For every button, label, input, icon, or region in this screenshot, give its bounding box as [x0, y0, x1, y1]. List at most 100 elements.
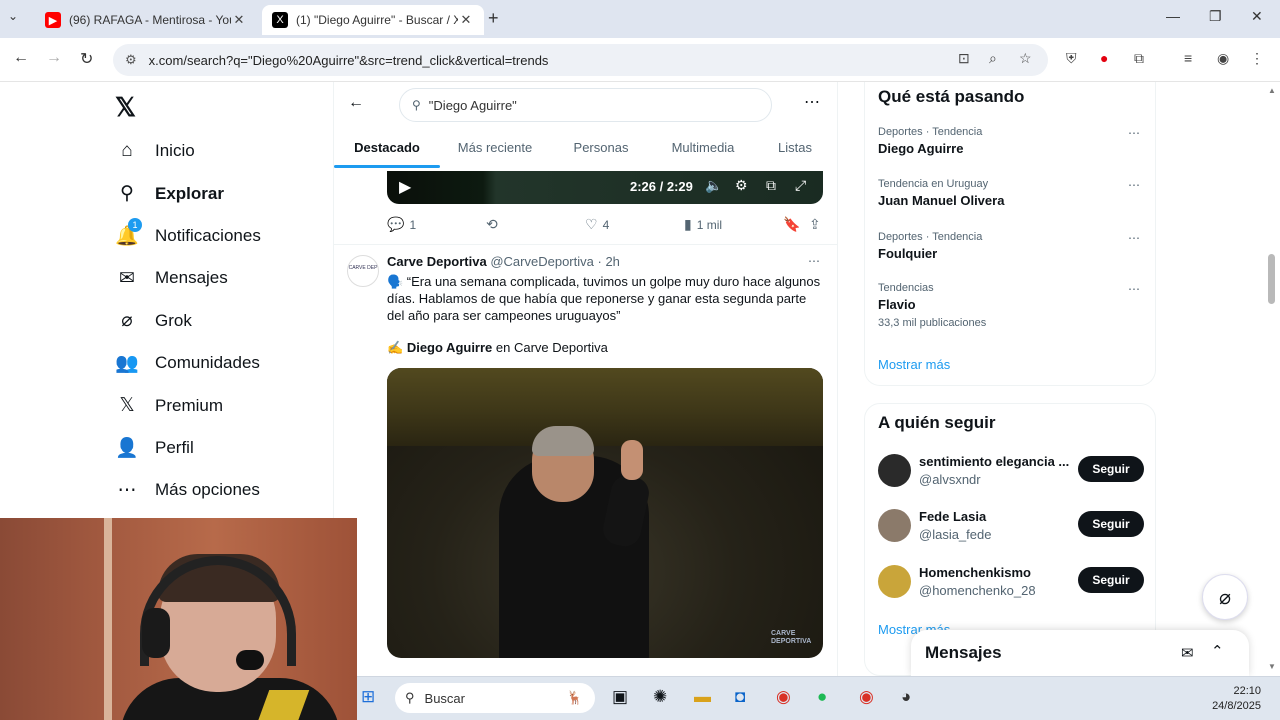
- sidebar-item-mensajes[interactable]: ✉ Mensajes: [112, 257, 261, 299]
- bookmark-icon: 🔖: [783, 216, 801, 232]
- avatar[interactable]: [878, 509, 911, 542]
- opera-extension-icon[interactable]: ●: [1100, 50, 1108, 66]
- app-icon[interactable]: ◕: [901, 687, 911, 707]
- avatar[interactable]: [878, 565, 911, 598]
- sidebar-item-mas-opciones[interactable]: ⋯ Más opciones: [112, 469, 261, 511]
- profile-avatar-icon[interactable]: ◉: [1217, 50, 1229, 67]
- tab-listas[interactable]: Listas: [754, 132, 836, 168]
- follow-button[interactable]: Seguir: [1078, 511, 1144, 537]
- fullscreen-icon[interactable]: ⤢: [795, 177, 806, 194]
- like-button[interactable]: ♡ 4: [585, 216, 609, 233]
- carve-deportiva-avatar[interactable]: CARVE DEP: [347, 255, 379, 287]
- back-arrow-icon[interactable]: ←: [13, 49, 29, 67]
- trend-count: 33,3 mil publicaciones: [878, 317, 987, 329]
- video-player[interactable]: ▶ 2:26 / 2:29 🔈 ⚙ ⧉ ⤢: [387, 171, 823, 204]
- zoom-icon[interactable]: ⌕: [989, 50, 997, 67]
- trend-more-icon[interactable]: ⋯: [1128, 126, 1140, 140]
- install-app-icon[interactable]: ⊡: [958, 50, 970, 67]
- maximize-icon[interactable]: ❐: [1209, 8, 1222, 25]
- chrome-profile-icon[interactable]: ◉: [859, 687, 874, 707]
- page-scrollbar[interactable]: [1268, 254, 1275, 304]
- x-logo-icon[interactable]: 𝕏: [115, 92, 136, 123]
- picture-in-picture-icon[interactable]: ⧉: [766, 177, 776, 194]
- trend-title: Diego Aguirre: [878, 141, 964, 156]
- shield-extension-icon[interactable]: ⛨: [1066, 50, 1077, 67]
- reply-button[interactable]: 💬 1: [387, 216, 416, 233]
- tweet-more-icon[interactable]: ⋯: [808, 254, 820, 268]
- trend-item[interactable]: Tendencias Flavio 33,3 mil publicaciones: [878, 282, 986, 329]
- bookmark-button[interactable]: 🔖: [783, 216, 805, 233]
- credit-name[interactable]: Diego Aguirre: [407, 340, 492, 355]
- trend-item[interactable]: Deportes · Tendencia Foulquier: [878, 231, 982, 261]
- task-view-icon[interactable]: ▣: [612, 687, 628, 707]
- bookmark-star-icon[interactable]: ☆: [1019, 50, 1032, 67]
- windows-start-icon[interactable]: ⊞: [361, 687, 375, 707]
- sidebar-item-premium[interactable]: 𝕏 Premium: [112, 384, 261, 426]
- follow-suggestion[interactable]: sentimiento elegancia ... @alvsxndr Segu…: [878, 452, 1146, 492]
- trend-item[interactable]: Tendencia en Uruguay Juan Manuel Olivera: [878, 178, 1004, 208]
- sidebar-item-perfil[interactable]: 👤 Perfil: [112, 427, 261, 469]
- taskbar-clock[interactable]: 22:10 24/8/2025: [1209, 684, 1261, 714]
- sidebar-item-notificaciones[interactable]: 🔔 1 Notificaciones: [112, 215, 261, 257]
- copilot-icon[interactable]: ✺: [653, 687, 667, 707]
- tab-title: (1) "Diego Aguirre" - Buscar / X: [296, 13, 458, 27]
- follow-suggestion[interactable]: Fede Lasia @lasia_fede Seguir: [878, 507, 1146, 547]
- tab-multimedia[interactable]: Multimedia: [652, 132, 754, 168]
- close-tab-icon[interactable]: ✕: [458, 12, 474, 28]
- retweet-button[interactable]: ⟲: [486, 216, 503, 233]
- show-more-trends-link[interactable]: Mostrar más: [878, 357, 950, 372]
- avatar[interactable]: [878, 454, 911, 487]
- trend-item[interactable]: Deportes · Tendencia Diego Aguirre: [878, 126, 982, 156]
- minimize-icon[interactable]: —: [1166, 8, 1180, 24]
- chrome-icon[interactable]: ◉: [776, 687, 791, 707]
- tab-x-search[interactable]: X (1) "Diego Aguirre" - Buscar / X ✕: [262, 5, 484, 35]
- tab-destacado[interactable]: Destacado: [334, 132, 440, 168]
- close-window-icon[interactable]: ✕: [1251, 8, 1263, 25]
- forward-arrow-icon[interactable]: →: [46, 49, 62, 67]
- tab-search-dropdown-icon[interactable]: ⌄: [8, 9, 18, 23]
- follow-suggestion[interactable]: Homenchenkismo @homenchenko_28 Seguir: [878, 563, 1146, 603]
- tab-mas-reciente[interactable]: Más reciente: [440, 132, 550, 168]
- sidebar-item-comunidades[interactable]: 👥 Comunidades: [112, 342, 261, 384]
- settings-gear-icon[interactable]: ⚙: [735, 177, 748, 194]
- sidebar-item-grok[interactable]: ⌀ Grok: [112, 300, 261, 342]
- tab-youtube[interactable]: ▶ (96) RAFAGA - Mentirosa - You ✕: [35, 5, 257, 35]
- trend-more-icon[interactable]: ⋯: [1128, 231, 1140, 245]
- share-button[interactable]: ⇪: [809, 216, 826, 233]
- follow-button[interactable]: Seguir: [1078, 567, 1144, 593]
- media-controls-icon[interactable]: ≡: [1184, 50, 1192, 66]
- sidebar-item-explorar[interactable]: ⚲ Explorar: [112, 172, 261, 214]
- tab-personas[interactable]: Personas: [550, 132, 652, 168]
- tweet-author[interactable]: Carve Deportiva @CarveDeportiva · 2h: [387, 254, 620, 269]
- extensions-puzzle-icon[interactable]: ⧉: [1134, 50, 1144, 67]
- taskbar-search[interactable]: ⚲ Buscar 🦌: [395, 683, 595, 713]
- play-icon[interactable]: ▶: [399, 177, 411, 197]
- more-options-icon[interactable]: ⋯: [804, 92, 821, 112]
- address-bar[interactable]: ⚙ x.com/search?q="Diego%20Aguirre"&src=t…: [113, 44, 1048, 76]
- messages-drawer[interactable]: Mensajes ✉ ⌃: [911, 630, 1249, 676]
- sidebar-item-inicio[interactable]: ⌂ Inicio: [112, 130, 261, 172]
- expand-chevron-icon[interactable]: ⌃: [1211, 642, 1224, 660]
- reload-icon[interactable]: ↻: [80, 49, 93, 69]
- file-explorer-icon[interactable]: ▬: [694, 687, 711, 707]
- back-arrow-icon[interactable]: ←: [348, 94, 364, 112]
- views-button[interactable]: ▮ 1 mil: [684, 216, 722, 233]
- site-info-icon[interactable]: ⚙: [125, 52, 137, 68]
- volume-icon[interactable]: 🔈: [705, 177, 722, 194]
- search-input[interactable]: ⚲ "Diego Aguirre": [399, 88, 772, 122]
- scroll-up-arrow[interactable]: ▲: [1268, 86, 1276, 95]
- photo-stands: [387, 368, 823, 446]
- browser-menu-icon[interactable]: ⋮: [1250, 50, 1264, 67]
- new-message-icon[interactable]: ✉: [1181, 644, 1194, 662]
- close-tab-icon[interactable]: ✕: [231, 12, 247, 28]
- tweet-photo[interactable]: CARVE DEPORTIVA: [387, 368, 823, 658]
- scroll-down-arrow[interactable]: ▼: [1268, 662, 1276, 671]
- grok-floating-button[interactable]: ⌀: [1202, 574, 1248, 620]
- outlook-icon[interactable]: ◘: [735, 687, 745, 707]
- follow-button[interactable]: Seguir: [1078, 456, 1144, 482]
- trend-more-icon[interactable]: ⋯: [1128, 282, 1140, 296]
- trend-more-icon[interactable]: ⋯: [1128, 178, 1140, 192]
- spotify-icon[interactable]: ●: [817, 687, 827, 707]
- new-tab-button[interactable]: +: [488, 8, 499, 29]
- search-value: "Diego Aguirre": [428, 97, 517, 113]
